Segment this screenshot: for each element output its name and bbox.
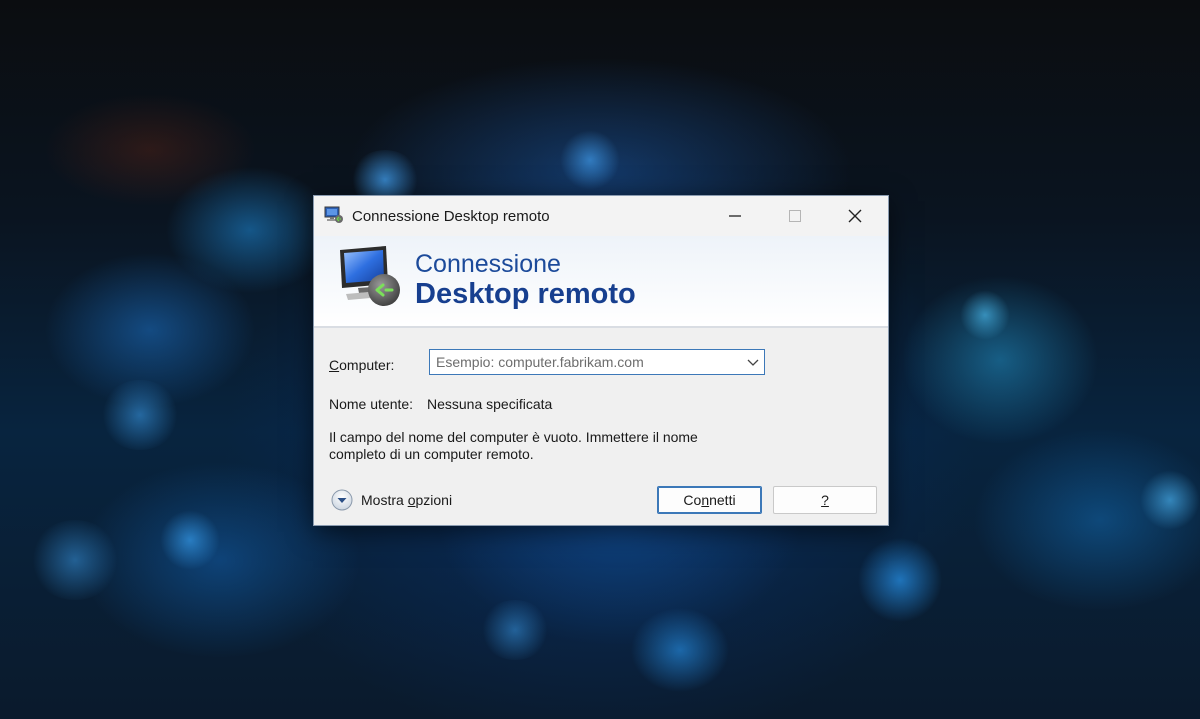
remote-desktop-monitor-icon bbox=[340, 246, 400, 306]
background-bokeh bbox=[1140, 470, 1200, 530]
info-message: Il campo del nome del computer è vuoto. … bbox=[329, 429, 729, 463]
computer-input[interactable] bbox=[434, 353, 738, 371]
chevron-down-icon[interactable] bbox=[746, 355, 760, 369]
show-options-toggle[interactable]: Mostra opzioni bbox=[331, 489, 452, 511]
show-options-label-part: Mostra bbox=[361, 492, 408, 508]
banner-title-line1: Connessione bbox=[415, 250, 561, 278]
expand-options-icon[interactable] bbox=[331, 489, 353, 511]
help-label: ? bbox=[821, 492, 829, 508]
background-bokeh bbox=[30, 520, 120, 600]
connect-label-accel: n bbox=[701, 492, 710, 508]
connect-label-part: Co bbox=[683, 492, 702, 508]
show-options-label: Mostra opzioni bbox=[361, 492, 452, 508]
computer-combobox[interactable] bbox=[429, 349, 765, 375]
background-bokeh bbox=[960, 290, 1010, 340]
remote-desktop-dialog: Connessione Desktop remoto Connessione D… bbox=[313, 195, 889, 526]
computer-label-rest: omputer: bbox=[339, 357, 395, 373]
background-bokeh bbox=[160, 510, 220, 570]
title-bar[interactable]: Connessione Desktop remoto bbox=[314, 196, 888, 236]
info-message-line1: Il campo del nome del computer è vuoto. … bbox=[329, 429, 698, 445]
username-label: Nome utente: bbox=[329, 396, 414, 412]
help-button[interactable]: ? bbox=[773, 486, 877, 514]
banner-title-line2: Desktop remoto bbox=[415, 278, 636, 310]
info-message-line2: completo di un computer remoto. bbox=[329, 446, 534, 462]
connect-button[interactable]: Co n netti bbox=[657, 486, 762, 514]
minimize-icon bbox=[729, 215, 741, 217]
computer-label-accel: C bbox=[329, 357, 340, 373]
connect-label-part: netti bbox=[709, 492, 736, 508]
computer-label: Computer: bbox=[329, 357, 394, 373]
show-options-label-part: pzioni bbox=[415, 492, 453, 508]
window-title: Connessione Desktop remoto bbox=[352, 208, 550, 225]
minimize-button[interactable] bbox=[712, 196, 758, 236]
background-bokeh bbox=[100, 380, 180, 450]
close-icon bbox=[848, 209, 862, 223]
close-button[interactable] bbox=[832, 196, 878, 236]
maximize-button[interactable] bbox=[772, 196, 818, 236]
maximize-icon bbox=[789, 210, 801, 222]
background-bokeh bbox=[480, 600, 550, 660]
header-banner: Connessione Desktop remoto bbox=[314, 236, 888, 328]
username-value: Nessuna specificata bbox=[427, 396, 553, 412]
background-bokeh bbox=[560, 130, 620, 190]
remote-desktop-icon bbox=[324, 206, 343, 223]
